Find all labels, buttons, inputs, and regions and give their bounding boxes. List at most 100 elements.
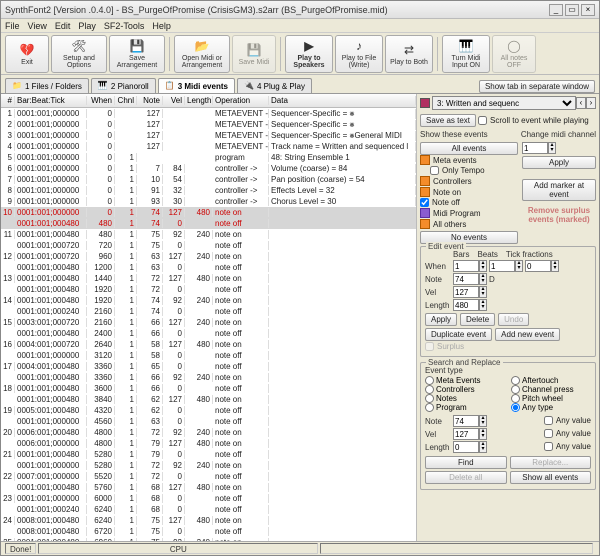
sr-after-radio[interactable]: Aftertouch — [511, 376, 591, 385]
sr-ctrl-radio[interactable]: Controllers — [425, 385, 505, 394]
edit-apply-button[interactable]: Apply — [425, 313, 457, 326]
sr-note-input[interactable] — [453, 415, 479, 427]
table-row[interactable]: 0001:001;0004805760168127480note on — [1, 482, 416, 493]
table-row[interactable]: 100001:001;0000000174127480note on — [1, 207, 416, 218]
delete-all-button[interactable]: Delete all — [425, 471, 507, 484]
sr-prog-radio[interactable]: Program — [425, 403, 505, 412]
table-row[interactable]: 200006:001;000480480017292240note on — [1, 427, 416, 438]
play-speakers-button[interactable]: ▶Play to Speakers — [285, 35, 333, 73]
show-tab-window-button[interactable]: Show tab in separate window — [479, 80, 595, 93]
exit-button[interactable]: 💔Exit — [5, 35, 49, 73]
show-all-events-button[interactable]: Show all events — [510, 471, 592, 484]
menu-sf2tools[interactable]: SF2-Tools — [104, 21, 145, 31]
add-marker-button[interactable]: Add marker at event — [522, 179, 596, 201]
col-len[interactable]: Length — [185, 96, 213, 105]
setup-options-button[interactable]: 🛠Setup and Options — [51, 35, 107, 73]
col-chn[interactable]: Chnl — [115, 96, 137, 105]
remove-surplus-link[interactable]: Remove surplus events (marked) — [522, 206, 596, 224]
sr-len-any-check[interactable]: Any value — [544, 442, 591, 451]
table-row[interactable]: 0001:001;000000528017292240note on — [1, 460, 416, 471]
edit-undo-button[interactable]: Undo — [498, 313, 529, 326]
save-as-text-button[interactable]: Save as text — [420, 114, 476, 127]
edit-vel-input[interactable] — [453, 286, 479, 298]
track-next[interactable]: › — [586, 97, 596, 109]
sr-note-any-check[interactable]: Any value — [544, 416, 591, 425]
edit-len-input[interactable] — [453, 299, 479, 311]
play-file-button[interactable]: ♪Play to File (Write) — [335, 35, 383, 73]
find-button[interactable]: Find — [425, 456, 507, 469]
table-row[interactable]: 0001:001;0004803840162127480note on — [1, 394, 416, 405]
tab-files[interactable]: 📁1 Files / Folders — [5, 78, 89, 93]
sr-any-radio[interactable]: Any type — [511, 403, 591, 412]
table-row[interactable]: 130001:001;0004801440172127480note on — [1, 273, 416, 284]
scroll-while-playing-check[interactable]: Scroll to event while playing — [478, 116, 589, 125]
add-event-button[interactable]: Add new event — [495, 328, 560, 341]
replace-button[interactable]: Replace... — [510, 456, 592, 469]
sr-notes-radio[interactable]: Notes — [425, 394, 505, 403]
tab-pianoroll[interactable]: 🎹2 Pianoroll — [91, 78, 156, 93]
table-row[interactable]: 90001:001;000000019330controller ->Choru… — [1, 196, 416, 207]
midi-channel-input[interactable] — [522, 142, 548, 154]
duplicate-event-button[interactable]: Duplicate event — [425, 328, 492, 341]
table-row[interactable]: 0001:001;00024062401680note off — [1, 504, 416, 515]
table-row[interactable]: 0001:001;00024021601740note off — [1, 306, 416, 317]
apply-channel-button[interactable]: Apply — [522, 156, 596, 169]
table-row[interactable]: 150003:001;0007202160166127240note on — [1, 317, 416, 328]
note-off-check[interactable]: Note off — [420, 198, 518, 207]
controllers-check[interactable]: Controllers — [420, 176, 518, 186]
menu-play[interactable]: Play — [78, 21, 96, 31]
surplus-check[interactable]: Surplus — [425, 342, 591, 351]
table-row[interactable]: 0006:001;0000004800179127480note on — [1, 438, 416, 449]
menu-file[interactable]: File — [5, 21, 20, 31]
all-others-check[interactable]: All others — [420, 219, 518, 229]
table-row[interactable]: 60001:001;00000001784controller ->Volume… — [1, 163, 416, 174]
save-midi-button[interactable]: 💾Save Midi — [232, 35, 276, 73]
col-vel[interactable]: Vel — [163, 96, 185, 105]
table-row[interactable]: 0008:001;00048067201750note off — [1, 526, 416, 537]
only-tempo-check[interactable]: Only Tempo — [430, 166, 518, 175]
tab-midi-events[interactable]: 📋3 Midi events — [158, 78, 235, 93]
col-data[interactable]: Data — [269, 96, 416, 105]
note-on-check[interactable]: Note on — [420, 187, 518, 197]
sr-meta-radio[interactable]: Meta Events — [425, 376, 505, 385]
table-row[interactable]: 0001:001;00000031201580note off — [1, 350, 416, 361]
sr-vel-any-check[interactable]: Any value — [544, 429, 591, 438]
table-row[interactable]: 190005:001;00048043201620note off — [1, 405, 416, 416]
midi-input-button[interactable]: 🎹Turn Midi Input ON — [442, 35, 490, 73]
edit-when-bars[interactable] — [453, 260, 479, 272]
edit-note-input[interactable] — [453, 273, 479, 285]
maximize-button[interactable]: ▭ — [565, 4, 579, 16]
table-row[interactable]: 110001:001;00048048017592240note on — [1, 229, 416, 240]
all-notes-off-button[interactable]: ◯All notes OFF — [492, 35, 536, 73]
edit-when-ticks[interactable] — [525, 260, 551, 272]
table-row[interactable]: 50001:001;00000001program48: String Ense… — [1, 152, 416, 163]
table-row[interactable]: 10001:001;0000000127METAEVENT ->Sequence… — [1, 108, 416, 119]
table-row[interactable]: 70001:001;000000011054controller ->Pan p… — [1, 174, 416, 185]
col-op[interactable]: Operation — [213, 96, 269, 105]
open-midi-button[interactable]: 📂Open Midi or Arrangement — [174, 35, 230, 73]
col-bbt[interactable]: Bar:Beat:Tick — [15, 96, 87, 105]
table-row[interactable]: 0001:001;00048019201720note off — [1, 284, 416, 295]
table-row[interactable]: 0001:001;0004804801740note off — [1, 218, 416, 229]
grid-body[interactable]: 10001:001;0000000127METAEVENT ->Sequence… — [1, 108, 416, 541]
sr-len-input[interactable] — [453, 441, 479, 453]
table-row[interactable]: 0001:001;0007207201750note off — [1, 240, 416, 251]
table-row[interactable]: 120001:001;000720960163127240note on — [1, 251, 416, 262]
table-row[interactable]: 30001:001;0000000127METAEVENT ->Sequence… — [1, 130, 416, 141]
col-when[interactable]: When — [87, 96, 115, 105]
table-row[interactable]: 220007:001;00000055201720note off — [1, 471, 416, 482]
sr-vel-input[interactable] — [453, 428, 479, 440]
table-row[interactable]: 180001:001;00048036001660note off — [1, 383, 416, 394]
table-row[interactable]: 0001:001;00048024001660note off — [1, 328, 416, 339]
table-row[interactable]: 0001:001;00000045601630note off — [1, 416, 416, 427]
midi-program-check[interactable]: Midi Program — [420, 208, 518, 218]
save-arrangement-button[interactable]: 💾Save Arrangement — [109, 35, 165, 73]
menu-help[interactable]: Help — [152, 21, 171, 31]
table-row[interactable]: 0001:001;00048012001630note off — [1, 262, 416, 273]
col-num[interactable]: # — [1, 96, 15, 105]
meta-events-check[interactable]: Meta events — [420, 155, 518, 165]
tab-plug-play[interactable]: 🔌4 Plug & Play — [237, 78, 312, 93]
table-row[interactable]: 210001:001;00048052801790note off — [1, 449, 416, 460]
table-row[interactable]: 40001:001;0000000127METAEVENT ->Track na… — [1, 141, 416, 152]
table-row[interactable]: 230001:001;00000060001680note off — [1, 493, 416, 504]
